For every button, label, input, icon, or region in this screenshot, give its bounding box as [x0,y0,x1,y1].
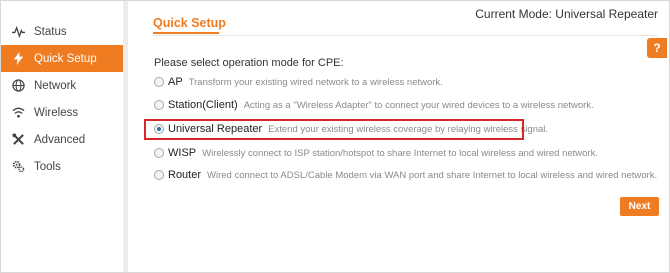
sidebar-item-network[interactable]: Network [1,72,125,99]
mode-radio-wisp[interactable] [154,148,164,158]
mode-option-desc: Wired connect to ADSL/Cable Modem via WA… [207,169,658,181]
sidebar-item-label: Tools [34,160,61,173]
wifi-icon [11,106,25,120]
sidebar-item-label: Advanced [34,133,86,146]
mode-option-desc: Acting as a "Wireless Adapter" to connec… [243,99,594,111]
mode-option-station[interactable]: Station(Client) Acting as a "Wireless Ad… [154,99,594,111]
current-mode-text: Current Mode: Universal Repeater [475,7,658,21]
mode-option-name: AP [168,76,183,88]
mode-option-name: WISP [168,147,197,159]
help-button[interactable]: ? [647,38,667,58]
pulse-icon [11,25,25,39]
selected-mode-highlight [144,119,524,140]
mode-prompt: Please select operation mode for CPE: [154,57,344,69]
sidebar-nav: Status Quick Setup Network Wireless Adva… [1,18,125,180]
mode-option-name: Station(Client) [168,99,238,111]
gears-icon [11,160,25,174]
sidebar-item-wireless[interactable]: Wireless [1,99,125,126]
mode-option-desc: Transform your existing wired network to… [188,76,443,88]
mode-option-ap[interactable]: AP Transform your existing wired network… [154,76,443,88]
sidebar-divider [123,1,128,272]
title-divider [153,35,658,36]
tools-cross-icon [11,133,25,147]
page-title-wrap: Quick Setup [153,16,226,34]
next-button[interactable]: Next [620,197,659,216]
mode-radio-router[interactable] [154,170,164,180]
mode-radio-ap[interactable] [154,77,164,87]
page-title: Quick Setup [153,16,226,30]
sidebar: Status Quick Setup Network Wireless Adva… [1,1,128,272]
mode-option-name: Router [168,169,202,181]
globe-icon [11,79,25,93]
mode-option-desc: Wirelessly connect to ISP station/hotspo… [202,147,598,159]
sidebar-item-advanced[interactable]: Advanced [1,126,125,153]
title-underline [153,32,219,34]
sidebar-item-label: Wireless [34,106,79,119]
sidebar-item-label: Network [34,79,77,92]
mode-option-router[interactable]: Router Wired connect to ADSL/Cable Modem… [154,169,657,181]
sidebar-item-label: Quick Setup [34,52,97,65]
help-icon: ? [653,41,661,55]
sidebar-item-status[interactable]: Status [1,18,125,45]
sidebar-item-tools[interactable]: Tools [1,153,125,180]
sidebar-item-quick-setup[interactable]: Quick Setup [1,45,125,72]
mode-option-wisp[interactable]: WISP Wirelessly connect to ISP station/h… [154,147,598,159]
sidebar-item-label: Status [34,25,67,38]
lightning-icon [11,52,25,66]
mode-radio-station[interactable] [154,100,164,110]
